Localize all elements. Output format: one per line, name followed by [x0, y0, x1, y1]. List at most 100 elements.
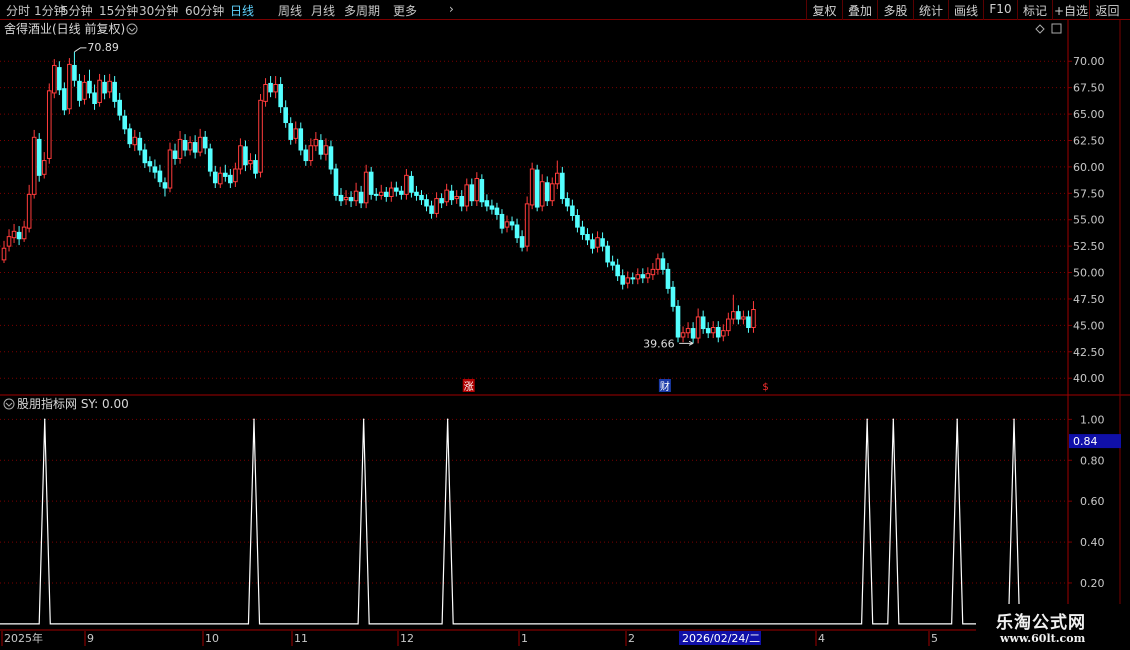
candle — [207, 143, 213, 177]
candle — [253, 154, 258, 179]
candle — [122, 109, 128, 135]
indicator-settings-icon[interactable] — [3, 398, 15, 410]
toolbar-button-7[interactable]: +自选 — [1052, 0, 1089, 20]
period-tab-7[interactable]: 周线 — [278, 2, 302, 19]
candle — [685, 322, 691, 339]
candle — [97, 73, 102, 107]
candle — [197, 128, 203, 157]
candle — [127, 123, 133, 148]
period-tab-3[interactable]: 15分钟 — [99, 2, 138, 19]
price-tick-label: 42.50 — [1073, 346, 1105, 359]
candle — [439, 193, 444, 209]
date-label: 2025年 — [4, 631, 43, 645]
candle — [343, 190, 349, 205]
candle — [298, 122, 304, 156]
title-settings-icon[interactable] — [126, 23, 138, 35]
candle — [529, 162, 535, 210]
candle — [469, 178, 475, 206]
stock-chart[interactable]: 40.00 42.50 45.00 47.50 50.00 52.50 55.00 57.50… — [0, 20, 1130, 650]
candle — [615, 258, 620, 282]
candle — [167, 142, 173, 193]
price-tick-label: 55.00 — [1073, 214, 1105, 227]
period-tab-0[interactable]: 分时 — [6, 2, 30, 19]
candle — [590, 233, 595, 254]
candle — [479, 174, 485, 208]
candle — [595, 231, 600, 253]
maximize-icon[interactable] — [1051, 23, 1062, 34]
candle — [363, 164, 369, 209]
candle — [549, 177, 555, 206]
sy-spike-peak — [866, 418, 868, 421]
candle — [358, 185, 364, 209]
candle — [444, 183, 449, 206]
candle — [328, 140, 334, 175]
candle — [670, 281, 676, 312]
indicator-tick-label: 0.40 — [1080, 536, 1105, 549]
toolbar-button-5[interactable]: F10 — [983, 0, 1017, 20]
candle — [182, 134, 188, 157]
candle — [600, 232, 605, 252]
period-tab-4[interactable]: 30分钟 — [139, 2, 178, 19]
toolbar-button-2[interactable]: 多股 — [877, 0, 913, 20]
period-tab-10[interactable]: 更多 — [393, 2, 417, 19]
candle — [454, 190, 459, 204]
candle — [318, 134, 324, 160]
candle — [514, 218, 520, 243]
period-tab-9[interactable]: 多周期 — [344, 2, 380, 19]
price-tick-label: 60.00 — [1073, 161, 1105, 174]
candle — [715, 321, 721, 343]
candle — [610, 255, 615, 271]
cursor-value: 0.84 — [1073, 435, 1098, 448]
candle — [726, 312, 731, 336]
candle — [389, 181, 394, 202]
candle — [655, 253, 661, 275]
period-tab-2[interactable]: 5分钟 — [61, 2, 93, 19]
candle — [212, 165, 218, 189]
sy-spike-peak — [956, 418, 958, 421]
candle — [137, 132, 143, 156]
candle — [72, 51, 77, 87]
candle — [92, 84, 97, 110]
period-tab-6[interactable]: 日线 — [230, 2, 254, 19]
toolbar-button-1[interactable]: 叠加 — [842, 0, 877, 20]
diamond-icon[interactable] — [1035, 24, 1045, 34]
candle — [162, 177, 168, 197]
candle — [499, 209, 505, 234]
price-tick-label: 50.00 — [1073, 267, 1105, 280]
candle — [519, 230, 525, 252]
candle — [303, 144, 309, 166]
candle — [368, 166, 374, 200]
candle — [77, 73, 82, 107]
period-tab-8[interactable]: 月线 — [311, 2, 335, 19]
candle — [585, 228, 590, 246]
candle — [132, 129, 138, 152]
candle — [248, 153, 253, 171]
date-label: 5 — [931, 632, 938, 645]
candle — [353, 182, 359, 206]
candle — [82, 74, 87, 105]
toolbar-button-4[interactable]: 画线 — [948, 0, 983, 20]
date-label: 4 — [818, 632, 825, 645]
toolbar-button-0[interactable]: 复权 — [806, 0, 842, 20]
candle — [494, 202, 500, 220]
candle — [373, 188, 379, 201]
candle — [67, 58, 72, 115]
candle — [630, 272, 636, 285]
chevron-right-icon[interactable]: › — [449, 2, 454, 16]
candle — [383, 186, 389, 202]
candle — [665, 263, 671, 294]
toolbar-button-8[interactable]: 返回 — [1089, 0, 1125, 20]
candle — [46, 83, 52, 164]
candle — [313, 132, 319, 152]
candle — [217, 166, 223, 189]
candle — [429, 200, 434, 219]
candle — [741, 310, 746, 325]
sy-spike-peak — [362, 418, 365, 421]
candle — [378, 184, 384, 200]
period-tab-5[interactable]: 60分钟 — [185, 2, 224, 19]
toolbar-button-3[interactable]: 统计 — [913, 0, 948, 20]
price-tick-label: 62.50 — [1073, 134, 1105, 147]
candle — [21, 220, 27, 242]
candle — [102, 74, 107, 100]
toolbar-button-6[interactable]: 标记 — [1017, 0, 1052, 20]
